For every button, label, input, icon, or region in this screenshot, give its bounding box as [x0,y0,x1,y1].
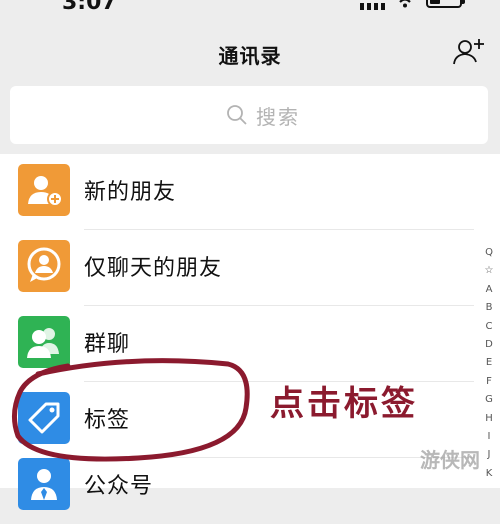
status-time: 3:07 [62,0,117,15]
index-letter[interactable]: H [478,410,500,428]
contact-item-chat-only-friends[interactable]: 仅聊天的朋友 [0,230,474,306]
annotation-text: 点击标签 [270,384,418,424]
index-letter[interactable]: E [478,354,500,372]
watermark: 游侠网 [420,448,480,472]
index-letter[interactable]: B [478,299,500,317]
index-letter[interactable]: A [478,281,500,299]
index-letter[interactable]: D [478,336,500,354]
index-letter[interactable]: J [478,446,500,464]
wifi-icon [399,0,411,8]
contact-label: 群聊 [84,332,131,357]
alphabet-index[interactable]: Q ☆ A B C D E F G H I J K [478,244,500,483]
annotation-circle [12,358,250,462]
signal-icon [360,0,388,10]
status-bar: 3:07 [0,0,500,18]
search-bar[interactable]: 搜索 [10,86,488,144]
contact-item-new-friends[interactable]: 新的朋友 [0,154,474,230]
index-letter[interactable]: C [478,318,500,336]
search-placeholder: 搜索 [256,105,300,129]
page-title: 通讯录 [218,44,282,68]
index-letter[interactable]: G [478,391,500,409]
index-letter[interactable]: I [478,428,500,446]
nav-bar: 通讯录 [0,28,500,78]
battery-icon [426,0,465,8]
chat-only-friend-icon [18,240,70,292]
index-letter[interactable]: F [478,373,500,391]
contact-label: 仅聊天的朋友 [84,256,223,281]
contact-label: 新的朋友 [84,180,177,205]
index-letter[interactable]: K [478,465,500,483]
contact-label: 公众号 [84,474,154,499]
index-letter[interactable]: ☆ [478,262,500,280]
add-friend-icon[interactable] [452,36,486,70]
index-letter[interactable]: Q [478,244,500,262]
new-friend-icon [18,164,70,216]
search-icon [227,105,247,125]
